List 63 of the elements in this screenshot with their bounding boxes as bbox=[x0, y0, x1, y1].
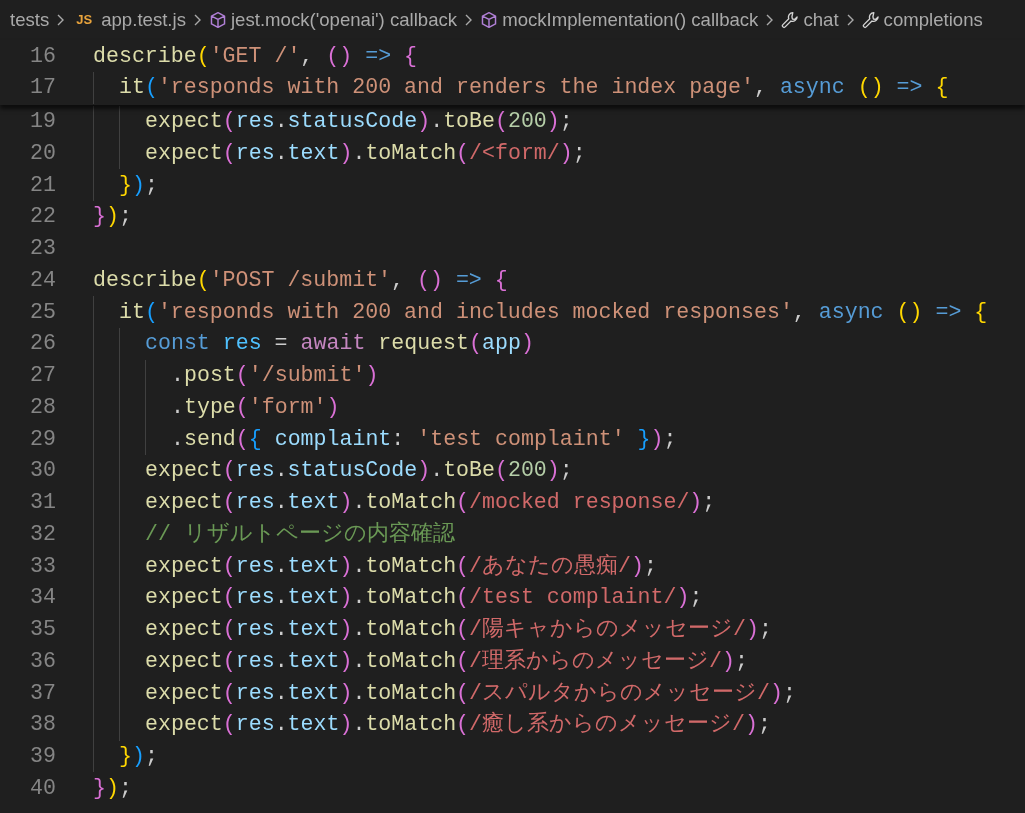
line-number: 20 bbox=[29, 139, 56, 167]
line-number: 19 bbox=[29, 108, 56, 136]
code-line: expect(res.text).toMatch(/test complaint/); bbox=[93, 581, 703, 614]
wrench-icon bbox=[861, 11, 880, 29]
code-line: }); bbox=[93, 740, 158, 773]
code-line: .send({ complaint: 'test complaint' }); bbox=[93, 423, 677, 455]
chevron-right-icon bbox=[56, 13, 66, 27]
code-line: .post('/submit') bbox=[93, 359, 379, 392]
cube-icon bbox=[480, 11, 499, 29]
code-line: expect(res.text).toMatch(/陽キャからのメッセージ/); bbox=[93, 613, 772, 646]
code-line: describe('GET /', () => { bbox=[93, 42, 418, 70]
line-number: 34 bbox=[29, 584, 56, 612]
chevron-right-icon bbox=[464, 13, 474, 27]
line-number: 35 bbox=[29, 616, 56, 644]
line-number: 32 bbox=[29, 520, 56, 548]
breadcrumb-item[interactable]: completions bbox=[883, 6, 983, 34]
line-number: 31 bbox=[29, 489, 56, 517]
line-number: 33 bbox=[29, 552, 56, 580]
line-number: 23 bbox=[29, 235, 56, 263]
chevron-right-icon bbox=[765, 13, 775, 27]
breadcrumb-item[interactable]: tests bbox=[10, 6, 50, 34]
code-line: .type('form') bbox=[93, 391, 340, 423]
line-number: 21 bbox=[29, 171, 56, 199]
code-line: expect(res.text).toMatch(/癒し系からのメッセージ/); bbox=[93, 708, 771, 741]
line-number: 29 bbox=[29, 425, 56, 453]
code-line: expect(res.text).toMatch(/あなたの愚痴/); bbox=[93, 550, 657, 582]
line-number: 17 bbox=[29, 74, 56, 102]
code-line: // リザルトページの内容確認 bbox=[93, 518, 455, 550]
code-line: expect(res.text).toMatch(/スパルタからのメッセージ/); bbox=[93, 677, 796, 709]
line-number: 28 bbox=[29, 393, 56, 421]
line-number: 16 bbox=[29, 42, 56, 70]
code-line: expect(res.statusCode).toBe(200); bbox=[93, 454, 573, 487]
breadcrumb-item[interactable]: app.test.js bbox=[101, 6, 186, 34]
code-line: expect(res.text).toMatch(/mocked response/); bbox=[93, 486, 716, 519]
code-line: }); bbox=[93, 203, 132, 231]
line-number: 37 bbox=[29, 679, 56, 707]
line-number: 40 bbox=[29, 774, 56, 802]
code-line: expect(res.statusCode).toBe(200); bbox=[93, 105, 573, 138]
chevron-right-icon bbox=[845, 13, 855, 27]
code-line: const res = await request(app) bbox=[93, 327, 534, 360]
js-file-icon: JS bbox=[76, 10, 93, 30]
breadcrumb-item[interactable]: chat bbox=[803, 6, 839, 34]
code-line: expect(res.text).toMatch(/理系からのメッセージ/); bbox=[93, 645, 748, 677]
code-line: }); bbox=[93, 169, 158, 201]
line-number: 24 bbox=[29, 266, 56, 294]
breadcrumb-item[interactable]: mockImplementation() callback bbox=[502, 6, 759, 34]
wrench-icon bbox=[781, 11, 800, 29]
line-number: 30 bbox=[29, 457, 56, 485]
line-number: 22 bbox=[29, 203, 56, 231]
breadcrumb-item[interactable]: jest.mock('openai') callback bbox=[230, 6, 458, 34]
line-number: 36 bbox=[29, 647, 56, 675]
cube-icon bbox=[208, 11, 227, 29]
line-number: 26 bbox=[29, 330, 56, 358]
code-line: it('responds with 200 and renders the index page', async () => { bbox=[93, 71, 949, 104]
line-number: 38 bbox=[29, 711, 56, 739]
line-number: 39 bbox=[29, 743, 56, 771]
code-line: describe('POST /submit', () => { bbox=[93, 266, 508, 294]
code-line: it('responds with 200 and includes mocked responses', async () => { bbox=[93, 296, 988, 328]
chevron-right-icon bbox=[192, 13, 202, 27]
code-line: }); bbox=[93, 774, 132, 802]
line-number: 27 bbox=[29, 362, 56, 390]
line-number: 25 bbox=[29, 298, 56, 326]
code-line: expect(res.text).toMatch(/<form/); bbox=[93, 137, 586, 169]
